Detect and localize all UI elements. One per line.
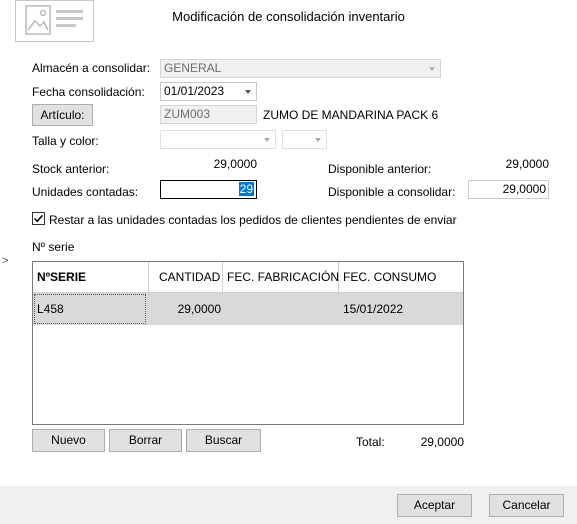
total-label: Total: xyxy=(356,435,385,449)
almacen-value: GENERAL xyxy=(164,61,222,75)
disponible-anterior-value: 29,0000 xyxy=(505,157,549,171)
chevron-down-icon xyxy=(259,131,275,148)
fecha-label: Fecha consolidación: xyxy=(32,85,145,99)
checkmark-icon xyxy=(33,214,44,223)
talla-label: Talla y color: xyxy=(32,134,99,148)
nuevo-button[interactable]: Nuevo xyxy=(32,429,105,452)
table-row[interactable]: L458 29,0000 15/01/2022 xyxy=(33,293,463,325)
nserie-grid: NºSERIE CANTIDAD FEC. FABRICACIÓN FEC. C… xyxy=(32,261,464,425)
cell-serie[interactable]: L458 xyxy=(33,293,147,325)
disponible-anterior-label: Disponible anterior: xyxy=(328,162,432,176)
fecha-value: 01/01/2023 xyxy=(164,84,225,98)
grid-header-serie[interactable]: NºSERIE xyxy=(33,262,149,293)
articulo-description: ZUMO DE MANDARINA PACK 6 xyxy=(263,108,439,122)
chevron-down-icon xyxy=(240,83,256,100)
almacen-select[interactable]: GENERAL xyxy=(160,59,441,78)
cancelar-button[interactable]: Cancelar xyxy=(489,494,564,517)
grid-header-cantidad[interactable]: CANTIDAD xyxy=(149,262,223,293)
buscar-button[interactable]: Buscar xyxy=(186,429,261,452)
grid-header-consumo[interactable]: FEC. CONSUMO xyxy=(339,262,463,293)
disponible-consolidar-input[interactable]: 29,0000 xyxy=(468,180,549,199)
row-expand-marker: > xyxy=(2,255,9,267)
unidades-contadas-value: 29 xyxy=(238,182,254,196)
chevron-down-icon xyxy=(424,60,440,77)
talla-select[interactable] xyxy=(160,130,276,149)
total-value: 29,0000 xyxy=(420,435,464,449)
unidades-contadas-label: Unidades contadas: xyxy=(32,185,139,199)
disponible-consolidar-label: Disponible a consolidar: xyxy=(328,185,456,199)
restar-checkbox[interactable] xyxy=(32,212,45,225)
articulo-button[interactable]: Artículo: xyxy=(32,104,93,126)
chevron-down-icon xyxy=(310,131,326,148)
borrar-button[interactable]: Borrar xyxy=(109,429,182,452)
aceptar-button[interactable]: Aceptar xyxy=(397,494,472,517)
cell-cantidad[interactable]: 29,0000 xyxy=(149,293,221,325)
restar-label: Restar a las unidades contadas los pedid… xyxy=(49,213,457,227)
cell-fabricacion[interactable] xyxy=(227,293,337,325)
grid-header-fabricacion[interactable]: FEC. FABRICACIÓN xyxy=(223,262,339,293)
almacen-label: Almacén a consolidar: xyxy=(32,61,151,75)
fecha-date-picker[interactable]: 01/01/2023 xyxy=(160,82,257,101)
window-title: Modificación de consolidación inventario xyxy=(172,9,405,24)
stock-anterior-value: 29,0000 xyxy=(213,157,257,171)
stock-anterior-label: Stock anterior: xyxy=(32,162,110,176)
nserie-section-label: Nº serie xyxy=(32,240,75,254)
color-select[interactable] xyxy=(282,130,327,149)
articulo-code-field[interactable]: ZUM003 xyxy=(160,105,257,124)
cell-consumo[interactable]: 15/01/2022 xyxy=(343,293,459,325)
unidades-contadas-input[interactable]: 29 xyxy=(160,180,257,199)
